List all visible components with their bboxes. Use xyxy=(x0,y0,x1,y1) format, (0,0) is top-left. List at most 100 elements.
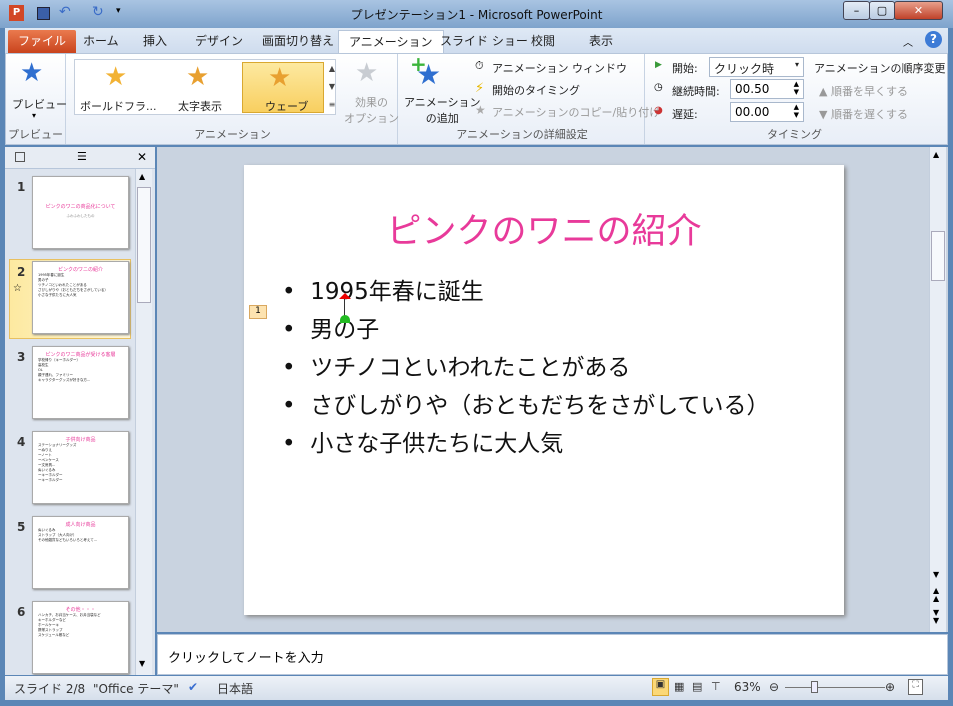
move-later-button[interactable]: ▼ 順番を遅くする xyxy=(819,106,908,122)
bullet-item[interactable]: • ツチノコといわれたことがある xyxy=(282,348,630,382)
zoom-slider[interactable] xyxy=(785,687,885,688)
delay-value: 00.00 xyxy=(735,105,770,119)
thumbnail-title: ピンクのワニの商品化について xyxy=(45,204,116,210)
thumbnail-line: キャラクターグッズが好きな方... xyxy=(38,378,91,382)
slide-thumbnail[interactable]: ピンクのワニの紹介 1995年春に誕生 男の子 ツチノコといわれたことがある さびしが… xyxy=(32,261,129,334)
gallery-item-bold-flash[interactable]: ボールドフラ... xyxy=(80,98,157,114)
duration-label: 継続時間: xyxy=(672,85,720,98)
bullet-item[interactable]: • 男の子 xyxy=(282,310,379,344)
delay-spinner[interactable]: 00.00 ▲ ▼ xyxy=(730,102,804,122)
start-icon: ▶ xyxy=(655,60,662,70)
slide-number: 1 xyxy=(17,180,26,194)
animation-painter-button[interactable]: アニメーションのコピー/貼り付け xyxy=(492,104,660,120)
minimize-ribbon-icon[interactable]: ︿ xyxy=(903,34,913,49)
scroll-thumb[interactable] xyxy=(137,187,151,303)
slide-thumbnail-panel: ☰ ✕ ☆ 1 ピンクのワニの商品化について ふわふわしたもの 2 ピンクのワニ… xyxy=(5,147,155,675)
slideshow-icon[interactable]: ⊤ xyxy=(711,680,721,693)
thumbnail-scrollbar[interactable]: ▲ ▼ xyxy=(135,169,152,675)
close-button[interactable]: ✕ xyxy=(894,1,943,20)
editor-scrollbar[interactable]: ▲ ▼ ▲ ▲ ▼ ▼ xyxy=(929,147,946,632)
fit-to-window-icon[interactable]: ⛶ xyxy=(908,679,923,695)
ribbon-tabs: ファイル ホーム 挿入 デザイン 画面切り替え アニメーション スライド ショー… xyxy=(5,28,948,53)
slide-thumbnail[interactable]: 成人向け商品 ぬいぐるみ ストラップ（大人向け） その他雑貨などもいろいろと考えて.… xyxy=(32,516,129,589)
slide-thumbnail[interactable]: その他・・・ ハンカチ、お弁当ケース、お弁当袋など キーホルダーなど ホールケーキ携… xyxy=(32,601,129,674)
bold-reveal-icon: ★ xyxy=(186,62,210,92)
thumbnail-title: 成人向け商品 xyxy=(65,522,96,528)
notes-input[interactable]: クリックしてノートを入力 xyxy=(157,634,948,675)
slide-editor: ピンクのワニの紹介 • 1995年春に誕生 • 男の子 • ツチノコといわれたことが… xyxy=(157,147,948,632)
window-title: プレゼンテーション1 - Microsoft PowerPoint xyxy=(350,8,603,22)
spellcheck-icon[interactable]: ✔ xyxy=(188,680,198,694)
tab-transitions[interactable]: 画面切り替え xyxy=(252,30,344,53)
language[interactable]: 日本語 xyxy=(217,680,253,697)
animation-order-tag[interactable]: 1 xyxy=(249,305,267,319)
gallery-scroll[interactable]: ▲ ▼ ≡ xyxy=(325,60,339,115)
move-earlier-label: 順番を早くする xyxy=(830,85,908,98)
thumbnail-title: その他・・・ xyxy=(65,607,96,613)
tab-view[interactable]: 表示 xyxy=(579,30,623,53)
move-earlier-button[interactable]: ▲ 順番を早くする xyxy=(819,83,908,99)
add-animation-button[interactable]: アニメーション の追加 xyxy=(404,94,481,126)
slide-sorter-icon[interactable]: ▦ xyxy=(674,680,684,693)
thumbnail-line: その他雑貨などもいろいろと考えて... xyxy=(38,538,98,542)
effect-options-icon: ★ xyxy=(355,58,379,88)
animation-star-icon: ☆ xyxy=(13,283,22,294)
animation-pane-button[interactable]: アニメーション ウィンドウ xyxy=(492,60,627,76)
bullet-item[interactable]: • 1995年春に誕生 xyxy=(282,272,484,306)
start-dropdown[interactable]: クリック時 ▾ xyxy=(709,57,804,77)
scroll-thumb[interactable] xyxy=(931,231,945,281)
slide-canvas[interactable]: ピンクのワニの紹介 • 1995年春に誕生 • 男の子 • ツチノコといわれたことが… xyxy=(244,165,844,615)
gallery-item-wave[interactable]: ★ ウェーブ xyxy=(242,62,324,113)
effect-options-button[interactable]: 効果の オプション xyxy=(344,94,399,126)
zoom-out-button[interactable]: ⊖ xyxy=(769,680,779,694)
trigger-button[interactable]: 開始のタイミング xyxy=(492,82,580,98)
tab-design[interactable]: デザイン xyxy=(185,30,253,53)
thumbnail-title: 子供向け商品 xyxy=(65,437,96,443)
bullet-text: さびしがりや（おともだちをさがしている） xyxy=(310,393,770,419)
bullet-text: 小さな子供たちに大人気 xyxy=(310,431,564,457)
tab-file[interactable]: ファイル xyxy=(8,30,77,53)
slide-thumbnail[interactable]: 子供向け商品 ステーショナリーグッズ ーぬりえ ーノート ーペンケース ー文房具... ぬ… xyxy=(32,431,129,504)
group-preview: ★ プレビュー ▾ プレビュー xyxy=(6,54,67,144)
slides-tab-icon[interactable] xyxy=(15,152,25,162)
tab-animations[interactable]: アニメーション xyxy=(338,30,444,53)
lightning-icon: ⚡ xyxy=(475,81,485,96)
duration-spinner[interactable]: 00.50 ▲ ▼ xyxy=(730,79,804,99)
outline-tab-icon[interactable]: ☰ xyxy=(77,150,87,163)
delay-label: 遅延: xyxy=(672,108,698,121)
bullet-item[interactable]: • さびしがりや（おともだちをさがしている） xyxy=(282,386,770,420)
help-icon[interactable]: ? xyxy=(925,31,942,48)
add-animation-icon: ★ + xyxy=(410,52,442,91)
zoom-slider-thumb[interactable] xyxy=(811,681,819,693)
motion-path-icon[interactable] xyxy=(339,293,351,323)
slide-number: 3 xyxy=(17,350,26,364)
bullet-item[interactable]: • 小さな子供たちに大人気 xyxy=(282,424,563,458)
slide-thumbnail[interactable]: ピンクのワニの商品化について ふわふわしたもの xyxy=(32,176,129,249)
group-label: タイミング xyxy=(767,128,822,141)
thumbnail-line: 小さな子供たちに大人気 xyxy=(38,293,77,297)
slide-title[interactable]: ピンクのワニの紹介 xyxy=(244,203,844,254)
group-label: アニメーションの詳細設定 xyxy=(456,128,588,141)
theme-name[interactable]: "Office テーマ" xyxy=(93,680,179,697)
close-panel-icon[interactable]: ✕ xyxy=(137,150,147,164)
status-bar: スライド 2/8 "Office テーマ" ✔ 日本語 ▣ ▦ ▤ ⊤ 63% … xyxy=(5,676,948,700)
tab-insert[interactable]: 挿入 xyxy=(133,30,177,53)
zoom-in-button[interactable]: ⊕ xyxy=(885,680,895,694)
maximize-button[interactable]: ▢ xyxy=(869,1,895,20)
slide-thumbnail[interactable]: ピンクのワニ商品が受ける客層 学校帰り（キーホルダー） 高校生 OL 親子連れ、ファミ… xyxy=(32,346,129,419)
tab-home[interactable]: ホーム xyxy=(73,30,129,53)
reorder-label: アニメーションの順序変更 xyxy=(814,62,946,75)
normal-view-icon[interactable]: ▣ xyxy=(652,678,669,696)
prev-slide-button[interactable]: ▲ ▲ xyxy=(933,587,939,603)
minimize-button[interactable]: – xyxy=(843,1,870,20)
thumbnail-line: ーキーホルダー xyxy=(38,478,63,482)
reading-view-icon[interactable]: ▤ xyxy=(692,680,702,693)
slide-number: 5 xyxy=(17,520,26,534)
gallery-item-bold-reveal[interactable]: 太字表示 xyxy=(178,98,222,114)
zoom-level[interactable]: 63% xyxy=(734,680,761,694)
preview-button[interactable]: プレビュー xyxy=(12,96,67,112)
next-slide-button[interactable]: ▼ ▼ xyxy=(933,609,939,625)
slide-counter: スライド 2/8 xyxy=(14,682,86,696)
thumbnail-title: ピンクのワニの紹介 xyxy=(57,267,103,273)
tab-review[interactable]: 校閲 xyxy=(521,30,565,53)
